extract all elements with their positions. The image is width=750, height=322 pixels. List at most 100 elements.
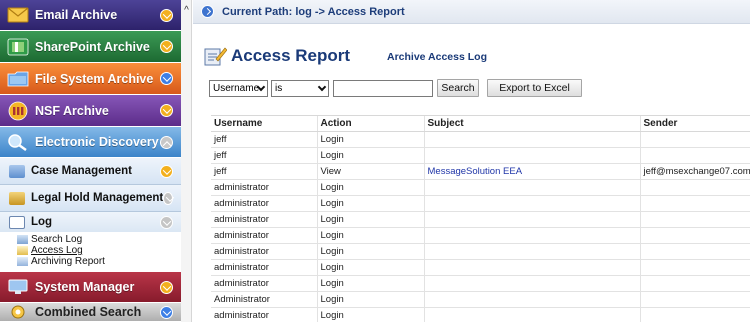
table-row[interactable]: administrator Login (211, 211, 750, 228)
link-label: Access Log (31, 245, 83, 256)
search-input[interactable] (333, 79, 433, 97)
sidebar-item-case-management[interactable]: Case Management (0, 158, 181, 185)
sidebar: Email Archive SharePoint Archive File Sy… (0, 0, 181, 322)
expand-icon[interactable] (160, 72, 173, 85)
operator-select-value: is (275, 82, 283, 94)
nav-nsf-archive[interactable]: NSF Archive (0, 95, 181, 127)
cell-username: Administrator (211, 291, 317, 308)
sharepoint-icon (6, 37, 30, 57)
sidebar-item-label: Case Management (31, 165, 132, 177)
table-row[interactable]: administrator Login (211, 243, 750, 260)
link-search-log[interactable]: Search Log (17, 234, 177, 245)
log-links: Search Log Access Log Archiving Report (17, 234, 177, 267)
discovery-icon (6, 132, 30, 152)
nav-electronic-discovery[interactable]: Electronic Discovery (0, 127, 181, 158)
cell-subject (423, 147, 640, 164)
access-log-icon (17, 246, 28, 255)
link-label: Search Log (31, 234, 83, 245)
cell-sender (639, 307, 750, 322)
link-label: Archiving Report (31, 256, 105, 267)
cell-subject (423, 291, 640, 308)
cell-action: Login (316, 179, 424, 196)
column-header-subject[interactable]: Subject (423, 115, 640, 132)
cell-username: administrator (211, 243, 317, 260)
expand-icon[interactable] (160, 104, 173, 117)
expand-icon[interactable] (160, 305, 173, 319)
link-archiving-report[interactable]: Archiving Report (17, 256, 177, 267)
main-content: Current Path: log -> Access Report Acces… (193, 0, 750, 322)
cell-sender (639, 179, 750, 196)
cell-action: Login (316, 259, 424, 276)
cell-username: administrator (211, 179, 317, 196)
operator-select[interactable]: is (271, 79, 329, 97)
chevron-down-icon (317, 82, 327, 91)
nav-sharepoint-archive-label: SharePoint Archive (35, 39, 150, 54)
table-row[interactable]: jeff View MessageSolution EEA jeff@msexc… (211, 163, 750, 180)
search-button[interactable]: Search (437, 79, 479, 97)
expand-icon[interactable] (163, 191, 173, 205)
cell-action: Login (316, 211, 424, 228)
cell-username: administrator (211, 227, 317, 244)
nav-email-archive[interactable]: Email Archive (0, 0, 181, 31)
access-log-table: Username Action Subject Sender jeff Logi… (211, 115, 750, 322)
cell-username: administrator (211, 211, 317, 228)
nav-file-system-archive-label: File System Archive (35, 71, 154, 86)
table-row[interactable]: administrator Login (211, 307, 750, 322)
cell-subject (423, 243, 640, 260)
link-access-log[interactable]: Access Log (17, 245, 177, 256)
cell-sender (639, 259, 750, 276)
case-icon (9, 164, 25, 178)
nav-combined-search[interactable]: Combined Search (0, 303, 181, 322)
column-header-username[interactable]: Username (211, 115, 317, 132)
export-to-excel-button[interactable]: Export to Excel (487, 79, 582, 97)
nav-file-system-archive[interactable]: File System Archive (0, 63, 181, 95)
archiving-report-icon (17, 257, 28, 266)
cell-username: jeff (211, 131, 317, 148)
expand-icon[interactable] (160, 40, 173, 53)
column-header-action[interactable]: Action (316, 115, 424, 132)
sidebar-collapse-strip[interactable]: ^ (181, 0, 192, 322)
collapse-icon[interactable] (160, 135, 173, 149)
sidebar-item-label: Legal Hold Management (31, 192, 164, 204)
cell-subject (423, 131, 640, 148)
table-row[interactable]: administrator Login (211, 195, 750, 212)
cell-sender (639, 227, 750, 244)
chevron-up-icon[interactable]: ^ (182, 6, 191, 16)
table-row[interactable]: administrator Login (211, 259, 750, 276)
cell-action: Login (316, 131, 424, 148)
cell-username: administrator (211, 195, 317, 212)
cell-action: Login (316, 243, 424, 260)
cell-action: Login (316, 195, 424, 212)
table-row[interactable]: administrator Login (211, 179, 750, 196)
nav-system-manager[interactable]: System Manager (0, 272, 181, 303)
cell-subject (423, 195, 640, 212)
envelope-icon (6, 5, 30, 25)
table-row[interactable]: administrator Login (211, 275, 750, 292)
expand-icon[interactable] (160, 8, 173, 22)
nav-electronic-discovery-label: Electronic Discovery (35, 135, 159, 149)
table-header-row: Username Action Subject Sender (211, 115, 750, 132)
table-row[interactable]: jeff Login (211, 147, 750, 164)
sidebar-item-log[interactable]: Log (0, 212, 181, 232)
page-title: Access Report (231, 46, 351, 65)
cell-subject (423, 227, 640, 244)
log-icon (9, 215, 25, 229)
cell-subject-link[interactable]: MessageSolution EEA (423, 163, 640, 180)
cell-subject (423, 179, 640, 196)
sidebar-item-legal-hold-management[interactable]: Legal Hold Management (0, 185, 181, 212)
table-row[interactable]: Administrator Login (211, 291, 750, 308)
cell-sender (639, 291, 750, 308)
nav-sharepoint-archive[interactable]: SharePoint Archive (0, 31, 181, 63)
system-manager-icon (6, 277, 30, 297)
table-row[interactable]: administrator Login (211, 227, 750, 244)
page-subtitle: Archive Access Log (387, 51, 487, 63)
expand-icon[interactable] (160, 280, 173, 294)
field-select-value: Username (213, 82, 260, 94)
field-select[interactable]: Username (209, 79, 268, 97)
expand-icon[interactable] (160, 164, 173, 178)
nav-email-archive-label: Email Archive (35, 8, 118, 22)
table-row[interactable]: jeff Login (211, 131, 750, 148)
cell-subject (423, 275, 640, 292)
column-header-sender[interactable]: Sender (639, 115, 750, 132)
collapse-icon[interactable] (160, 215, 173, 229)
